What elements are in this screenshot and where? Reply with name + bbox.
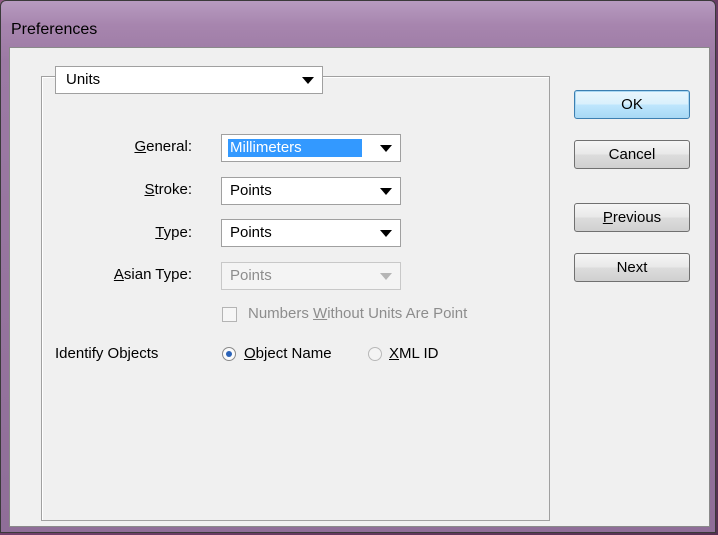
dropdown-arrow-icon: [380, 273, 392, 280]
preferences-window: Preferences Units General: Millimeters S…: [0, 0, 716, 533]
dropdown-arrow-icon: [380, 188, 392, 195]
numbers-without-units-checkbox: [222, 307, 237, 322]
dropdown-arrow-icon: [380, 145, 392, 152]
panel-category-select[interactable]: Units: [55, 66, 323, 94]
identify-objects-label: Identify Objects: [55, 345, 159, 362]
asian-type-units-select: Points: [221, 262, 401, 290]
stroke-units-value: Points: [230, 182, 272, 199]
cancel-button[interactable]: Cancel: [574, 140, 690, 169]
stroke-units-select[interactable]: Points: [221, 177, 401, 205]
general-label: General:: [134, 138, 192, 155]
general-units-value: Millimeters: [228, 139, 362, 157]
ok-button[interactable]: OK: [574, 90, 690, 119]
next-button[interactable]: Next: [574, 253, 690, 282]
asian-type-label: Asian Type:: [113, 266, 192, 283]
window-title: Preferences: [11, 21, 98, 38]
dropdown-arrow-icon: [380, 230, 392, 237]
previous-button[interactable]: Previous: [574, 203, 690, 232]
type-label: Type:: [155, 224, 192, 241]
stroke-label: Stroke:: [144, 181, 192, 198]
object-name-label[interactable]: Object Name: [244, 345, 332, 362]
object-name-radio[interactable]: [222, 347, 236, 361]
panel-category-value: Units: [66, 71, 101, 88]
asian-type-units-value: Points: [230, 267, 272, 284]
xml-id-label[interactable]: XML ID: [389, 345, 438, 362]
numbers-without-units-label: Numbers Without Units Are Point: [248, 305, 468, 322]
type-units-value: Points: [230, 224, 272, 241]
type-units-select[interactable]: Points: [221, 219, 401, 247]
general-units-select[interactable]: Millimeters: [221, 134, 401, 162]
xml-id-radio[interactable]: [368, 347, 382, 361]
dialog-client-area: Units General: Millimeters Stroke: Point…: [9, 47, 710, 527]
dropdown-arrow-icon: [302, 77, 314, 84]
